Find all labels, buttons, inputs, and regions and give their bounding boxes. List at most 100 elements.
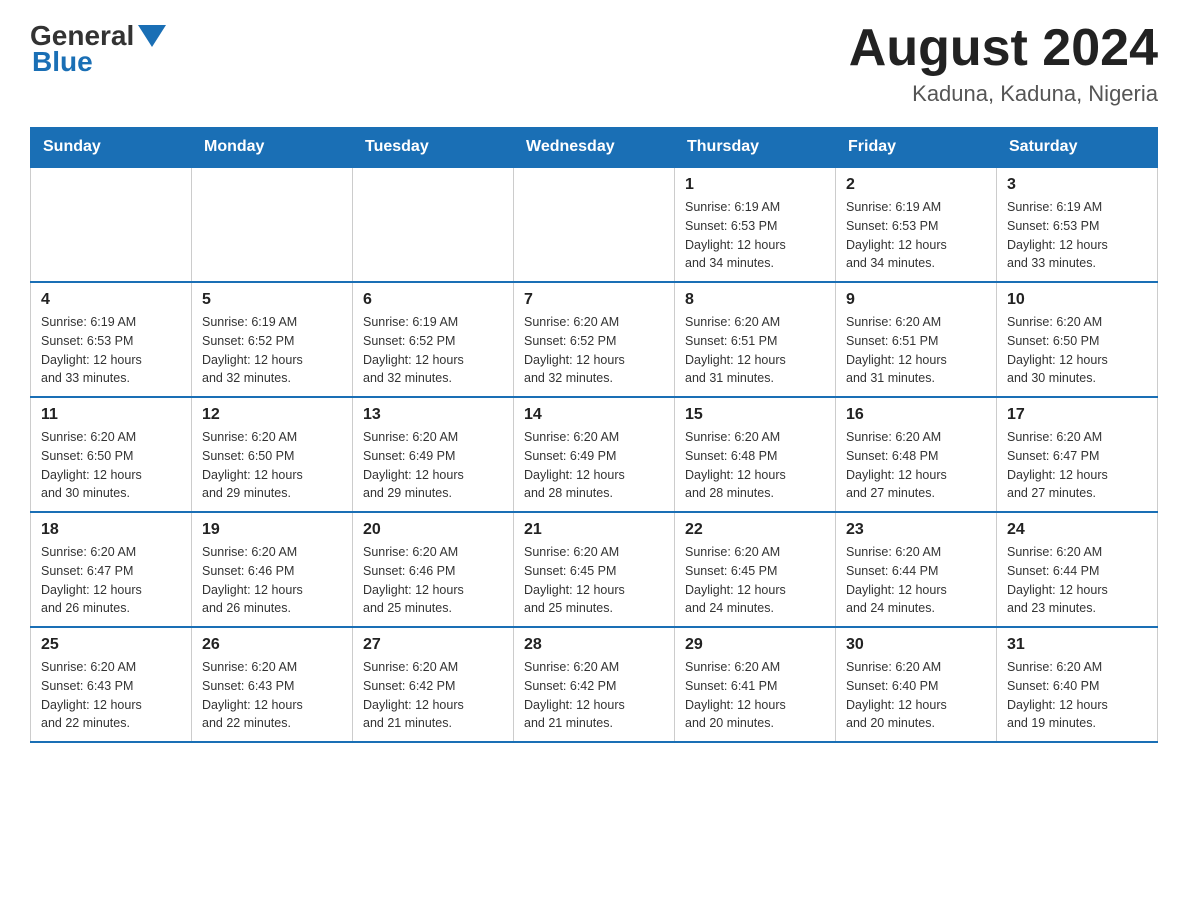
calendar-day-13: 13 Sunrise: 6:20 AM Sunset: 6:49 PM Dayli…: [353, 397, 514, 512]
day-info: Sunrise: 6:20 AM Sunset: 6:48 PM Dayligh…: [685, 428, 825, 503]
day-number: 31: [1007, 636, 1147, 654]
day-number: 12: [202, 406, 342, 424]
day-number: 26: [202, 636, 342, 654]
day-info: Sunrise: 6:19 AM Sunset: 6:52 PM Dayligh…: [363, 313, 503, 388]
day-info: Sunrise: 6:20 AM Sunset: 6:51 PM Dayligh…: [685, 313, 825, 388]
day-info: Sunrise: 6:19 AM Sunset: 6:53 PM Dayligh…: [1007, 198, 1147, 273]
logo-triangle-icon: [138, 25, 166, 47]
calendar-week-row: 11Sunrise: 6:20 AM Sunset: 6:50 PM Dayli…: [31, 397, 1158, 512]
calendar-week-row: 18Sunrise: 6:20 AM Sunset: 6:47 PM Dayli…: [31, 512, 1158, 627]
weekday-header-monday: Monday: [192, 128, 353, 168]
day-info: Sunrise: 6:19 AM Sunset: 6:53 PM Dayligh…: [685, 198, 825, 273]
weekday-header-sunday: Sunday: [31, 128, 192, 168]
calendar-day-6: 6Sunrise: 6:19 AM Sunset: 6:52 PM Daylig…: [353, 282, 514, 397]
day-number: 21: [524, 521, 664, 539]
calendar-day-2: 2Sunrise: 6:19 AM Sunset: 6:53 PM Daylig…: [836, 167, 997, 282]
day-number: 27: [363, 636, 503, 654]
day-number: 25: [41, 636, 181, 654]
calendar-day-22: 22Sunrise: 6:20 AM Sunset: 6:45 PM Dayli…: [675, 512, 836, 627]
calendar-day-11: 11Sunrise: 6:20 AM Sunset: 6:50 PM Dayli…: [31, 397, 192, 512]
calendar-day-28: 28 Sunrise: 6:20 AM Sunset: 6:42 PM Dayli…: [514, 627, 675, 742]
day-info: Sunrise: 6:20 AM Sunset: 6:50 PM Dayligh…: [41, 428, 181, 503]
day-info: Sunrise: 6:20 AM Sunset: 6:42 PM Dayligh…: [524, 658, 664, 733]
calendar-day-8: 8 Sunrise: 6:20 AM Sunset: 6:51 PM Daylig…: [675, 282, 836, 397]
calendar-day-26: 26 Sunrise: 6:20 AM Sunset: 6:43 PM Dayli…: [192, 627, 353, 742]
calendar-day-25: 25Sunrise: 6:20 AM Sunset: 6:43 PM Dayli…: [31, 627, 192, 742]
day-info: Sunrise: 6:20 AM Sunset: 6:46 PM Dayligh…: [202, 543, 342, 618]
calendar-day-12: 12 Sunrise: 6:20 AM Sunset: 6:50 PM Dayli…: [192, 397, 353, 512]
day-number: 16: [846, 406, 986, 424]
day-number: 3: [1007, 176, 1147, 194]
calendar-day-21: 21 Sunrise: 6:20 AM Sunset: 6:45 PM Dayli…: [514, 512, 675, 627]
day-info: Sunrise: 6:20 AM Sunset: 6:47 PM Dayligh…: [41, 543, 181, 618]
weekday-header-friday: Friday: [836, 128, 997, 168]
calendar-week-row: 4 Sunrise: 6:19 AM Sunset: 6:53 PM Daylig…: [31, 282, 1158, 397]
calendar-day-31: 31 Sunrise: 6:20 AM Sunset: 6:40 PM Dayli…: [997, 627, 1158, 742]
day-info: Sunrise: 6:19 AM Sunset: 6:53 PM Dayligh…: [846, 198, 986, 273]
day-info: Sunrise: 6:20 AM Sunset: 6:47 PM Dayligh…: [1007, 428, 1147, 503]
location-title: Kaduna, Kaduna, Nigeria: [849, 81, 1158, 107]
calendar-day-24: 24 Sunrise: 6:20 AM Sunset: 6:44 PM Dayli…: [997, 512, 1158, 627]
day-info: Sunrise: 6:20 AM Sunset: 6:51 PM Dayligh…: [846, 313, 986, 388]
logo-blue: Blue: [32, 46, 93, 78]
weekday-header-row: SundayMondayTuesdayWednesdayThursdayFrid…: [31, 128, 1158, 168]
calendar-day-7: 7 Sunrise: 6:20 AM Sunset: 6:52 PM Daylig…: [514, 282, 675, 397]
day-info: Sunrise: 6:20 AM Sunset: 6:42 PM Dayligh…: [363, 658, 503, 733]
calendar-empty-cell: [192, 167, 353, 282]
day-info: Sunrise: 6:20 AM Sunset: 6:48 PM Dayligh…: [846, 428, 986, 503]
day-info: Sunrise: 6:20 AM Sunset: 6:50 PM Dayligh…: [202, 428, 342, 503]
calendar-week-row: 1 Sunrise: 6:19 AM Sunset: 6:53 PM Daylig…: [31, 167, 1158, 282]
day-info: Sunrise: 6:19 AM Sunset: 6:53 PM Dayligh…: [41, 313, 181, 388]
day-number: 8: [685, 291, 825, 309]
day-info: Sunrise: 6:20 AM Sunset: 6:40 PM Dayligh…: [1007, 658, 1147, 733]
day-number: 4: [41, 291, 181, 309]
month-title: August 2024: [849, 20, 1158, 77]
calendar-day-10: 10 Sunrise: 6:20 AM Sunset: 6:50 PM Dayli…: [997, 282, 1158, 397]
day-info: Sunrise: 6:19 AM Sunset: 6:52 PM Dayligh…: [202, 313, 342, 388]
day-info: Sunrise: 6:20 AM Sunset: 6:43 PM Dayligh…: [202, 658, 342, 733]
weekday-header-thursday: Thursday: [675, 128, 836, 168]
day-number: 13: [363, 406, 503, 424]
day-info: Sunrise: 6:20 AM Sunset: 6:46 PM Dayligh…: [363, 543, 503, 618]
day-info: Sunrise: 6:20 AM Sunset: 6:52 PM Dayligh…: [524, 313, 664, 388]
title-block: August 2024 Kaduna, Kaduna, Nigeria: [849, 20, 1158, 107]
calendar-day-14: 14Sunrise: 6:20 AM Sunset: 6:49 PM Dayli…: [514, 397, 675, 512]
calendar-day-4: 4 Sunrise: 6:19 AM Sunset: 6:53 PM Daylig…: [31, 282, 192, 397]
calendar-day-5: 5 Sunrise: 6:19 AM Sunset: 6:52 PM Daylig…: [192, 282, 353, 397]
calendar-empty-cell: [31, 167, 192, 282]
day-number: 19: [202, 521, 342, 539]
calendar-day-20: 20Sunrise: 6:20 AM Sunset: 6:46 PM Dayli…: [353, 512, 514, 627]
calendar-day-18: 18Sunrise: 6:20 AM Sunset: 6:47 PM Dayli…: [31, 512, 192, 627]
day-info: Sunrise: 6:20 AM Sunset: 6:50 PM Dayligh…: [1007, 313, 1147, 388]
day-number: 29: [685, 636, 825, 654]
weekday-header-saturday: Saturday: [997, 128, 1158, 168]
day-number: 1: [685, 176, 825, 194]
day-number: 17: [1007, 406, 1147, 424]
calendar-day-1: 1 Sunrise: 6:19 AM Sunset: 6:53 PM Daylig…: [675, 167, 836, 282]
day-info: Sunrise: 6:20 AM Sunset: 6:44 PM Dayligh…: [846, 543, 986, 618]
calendar-table: SundayMondayTuesdayWednesdayThursdayFrid…: [30, 127, 1158, 743]
calendar-day-19: 19 Sunrise: 6:20 AM Sunset: 6:46 PM Dayli…: [192, 512, 353, 627]
day-number: 24: [1007, 521, 1147, 539]
calendar-week-row: 25 Sunrise: 6:20 AM Sunset: 6:43 PM Dayli…: [31, 627, 1158, 742]
day-number: 5: [202, 291, 342, 309]
day-info: Sunrise: 6:20 AM Sunset: 6:49 PM Dayligh…: [363, 428, 503, 503]
day-number: 23: [846, 521, 986, 539]
day-info: Sunrise: 6:20 AM Sunset: 6:45 PM Dayligh…: [524, 543, 664, 618]
calendar-day-16: 16 Sunrise: 6:20 AM Sunset: 6:48 PM Dayli…: [836, 397, 997, 512]
logo: General Blue: [30, 20, 166, 78]
calendar-day-30: 30Sunrise: 6:20 AM Sunset: 6:40 PM Dayli…: [836, 627, 997, 742]
page-header: General Blue August 2024 Kaduna, Kaduna,…: [30, 20, 1158, 107]
day-info: Sunrise: 6:20 AM Sunset: 6:41 PM Dayligh…: [685, 658, 825, 733]
calendar-day-3: 3 Sunrise: 6:19 AM Sunset: 6:53 PM Daylig…: [997, 167, 1158, 282]
weekday-header-wednesday: Wednesday: [514, 128, 675, 168]
calendar-day-17: 17 Sunrise: 6:20 AM Sunset: 6:47 PM Dayli…: [997, 397, 1158, 512]
calendar-day-27: 27 Sunrise: 6:20 AM Sunset: 6:42 PM Dayli…: [353, 627, 514, 742]
calendar-day-9: 9Sunrise: 6:20 AM Sunset: 6:51 PM Daylig…: [836, 282, 997, 397]
calendar-day-23: 23 Sunrise: 6:20 AM Sunset: 6:44 PM Dayli…: [836, 512, 997, 627]
day-info: Sunrise: 6:20 AM Sunset: 6:44 PM Dayligh…: [1007, 543, 1147, 618]
day-number: 7: [524, 291, 664, 309]
day-number: 28: [524, 636, 664, 654]
calendar-day-29: 29 Sunrise: 6:20 AM Sunset: 6:41 PM Dayli…: [675, 627, 836, 742]
day-number: 10: [1007, 291, 1147, 309]
